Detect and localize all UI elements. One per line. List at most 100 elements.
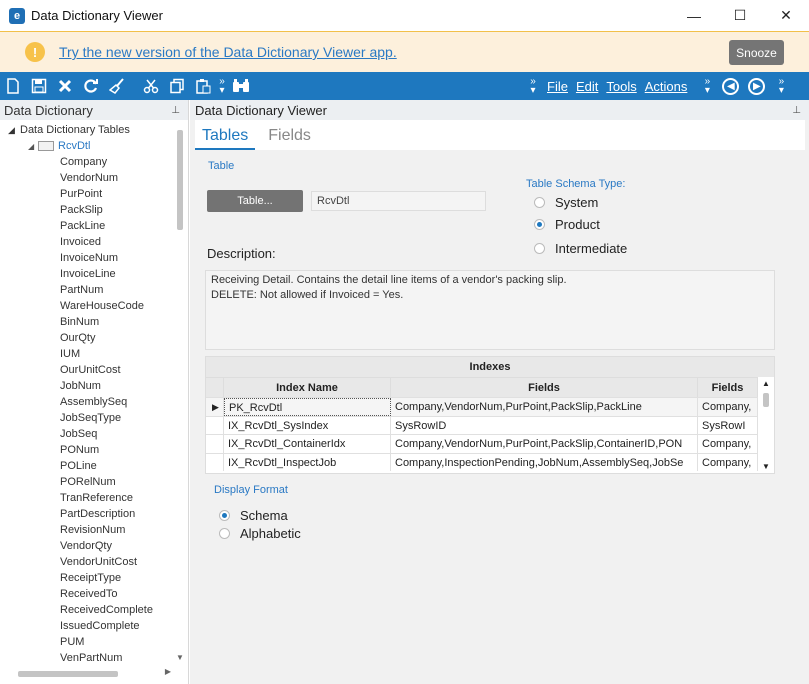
radio-button[interactable]: [534, 243, 545, 254]
tree-field-node[interactable]: VendorUnitCost: [0, 554, 175, 570]
tree-field-node[interactable]: IUM: [0, 346, 175, 362]
tree-horizontal-scrollbar[interactable]: ▶: [0, 667, 175, 680]
clear-icon[interactable]: [52, 74, 78, 98]
tree-field-node[interactable]: PackSlip: [0, 202, 175, 218]
description-field[interactable]: Receiving Detail. Contains the detail li…: [205, 270, 775, 350]
tree-field-node[interactable]: Company: [0, 154, 175, 170]
tree-field-node[interactable]: PartDescription: [0, 506, 175, 522]
cut-icon[interactable]: [138, 74, 164, 98]
tree-table-node[interactable]: ◢ RcvDtl: [0, 138, 175, 154]
tree-field-node[interactable]: PartNum: [0, 282, 175, 298]
back-arrow-icon[interactable]: ◀: [722, 77, 740, 95]
minimize-button[interactable]: —: [671, 0, 717, 31]
schema-product-option[interactable]: Product: [534, 217, 600, 232]
index-fields2-cell[interactable]: Company,: [698, 435, 758, 453]
scroll-down-icon[interactable]: ▼: [762, 462, 770, 471]
grid-vertical-scrollbar[interactable]: ▲ ▼: [758, 377, 774, 473]
tree-field-node[interactable]: IssuedComplete: [0, 618, 175, 634]
save-icon[interactable]: [26, 74, 52, 98]
tree-field-node[interactable]: OurUnitCost: [0, 362, 175, 378]
tree-field-node[interactable]: AssemblySeq: [0, 394, 175, 410]
index-name-cell[interactable]: IX_RcvDtl_ContainerIdx: [224, 435, 391, 453]
tree-field-node[interactable]: PurPoint: [0, 186, 175, 202]
paste-icon[interactable]: [190, 74, 216, 98]
table-name-field[interactable]: RcvDtl: [311, 191, 486, 211]
refresh-icon[interactable]: [78, 74, 104, 98]
collapse-caret-icon[interactable]: ◢: [8, 122, 20, 138]
tree-field-node[interactable]: PORelNum: [0, 474, 175, 490]
menu-actions[interactable]: Actions: [645, 79, 688, 94]
nav-overflow-icon[interactable]: » ▾: [701, 77, 713, 96]
menu-file[interactable]: File: [547, 79, 568, 94]
index-name-cell[interactable]: PK_RcvDtl: [224, 398, 391, 416]
display-alphabetic-option[interactable]: Alphabetic: [219, 526, 301, 541]
schema-system-option[interactable]: System: [534, 195, 598, 210]
tree-field-node[interactable]: InvoiceLine: [0, 266, 175, 282]
tree-field-node[interactable]: ReceivedComplete: [0, 602, 175, 618]
column-header-index-name[interactable]: Index Name: [224, 378, 391, 397]
radio-button[interactable]: [534, 197, 545, 208]
scroll-right-icon[interactable]: ▶: [165, 667, 171, 676]
table-row[interactable]: ▶ PK_RcvDtl Company,VendorNum,PurPoint,P…: [206, 397, 774, 416]
column-header-fields[interactable]: Fields: [391, 378, 698, 397]
index-fields2-cell[interactable]: Company,: [698, 398, 758, 416]
new-icon[interactable]: [0, 74, 26, 98]
tree-field-node[interactable]: POLine: [0, 458, 175, 474]
toolbar-overflow-icon[interactable]: » ▾: [216, 77, 228, 96]
tree-field-node[interactable]: InvoiceNum: [0, 250, 175, 266]
schema-intermediate-option[interactable]: Intermediate: [534, 241, 627, 256]
menu-tools[interactable]: Tools: [606, 79, 636, 94]
menu-edit[interactable]: Edit: [576, 79, 598, 94]
tree-field-node[interactable]: PUM: [0, 634, 175, 650]
table-row[interactable]: IX_RcvDtl_ContainerIdx Company,VendorNum…: [206, 434, 774, 453]
scroll-thumb[interactable]: [18, 671, 118, 677]
radio-button[interactable]: [219, 528, 230, 539]
tree-field-node[interactable]: RevisionNum: [0, 522, 175, 538]
tree-field-node[interactable]: JobSeq: [0, 426, 175, 442]
binoculars-icon[interactable]: [228, 74, 254, 98]
tree-field-node[interactable]: PackLine: [0, 218, 175, 234]
scroll-thumb[interactable]: [763, 393, 769, 407]
index-fields-cell[interactable]: Company,VendorNum,PurPoint,PackSlip,Pack…: [391, 398, 698, 416]
column-header-fields-2[interactable]: Fields: [698, 378, 758, 397]
scroll-down-icon[interactable]: ▼: [176, 653, 184, 662]
table-row[interactable]: IX_RcvDtl_InspectJob Company,InspectionP…: [206, 452, 774, 471]
tree-field-node[interactable]: OurQty: [0, 330, 175, 346]
pin-icon[interactable]: ⊥: [171, 105, 180, 116]
pin-icon[interactable]: ⊥: [792, 105, 801, 116]
try-new-version-link[interactable]: Try the new version of the Data Dictiona…: [59, 44, 397, 60]
forward-arrow-icon[interactable]: ▶: [748, 77, 766, 95]
nav-more-overflow-icon[interactable]: » ▾: [775, 77, 787, 96]
tree-field-node[interactable]: ReceiptType: [0, 570, 175, 586]
tree-root-node[interactable]: ◢ Data Dictionary Tables: [0, 122, 175, 138]
broom-icon[interactable]: [104, 74, 130, 98]
index-fields2-cell[interactable]: Company,: [698, 453, 758, 471]
tree-field-node[interactable]: VendorNum: [0, 170, 175, 186]
tree-field-node[interactable]: BinNum: [0, 314, 175, 330]
copy-icon[interactable]: [164, 74, 190, 98]
index-fields2-cell[interactable]: SysRowI: [698, 416, 758, 434]
maximize-button[interactable]: ☐: [717, 0, 763, 31]
scroll-thumb[interactable]: [177, 130, 183, 230]
tree-field-node[interactable]: WareHouseCode: [0, 298, 175, 314]
index-name-cell[interactable]: IX_RcvDtl_SysIndex: [224, 416, 391, 434]
index-fields-cell[interactable]: SysRowID: [391, 416, 698, 434]
tree-field-node[interactable]: Invoiced: [0, 234, 175, 250]
index-fields-cell[interactable]: Company,VendorNum,PurPoint,PackSlip,Cont…: [391, 435, 698, 453]
radio-button[interactable]: [534, 219, 545, 230]
tree-vertical-scrollbar[interactable]: ▼: [175, 122, 187, 666]
snooze-button[interactable]: Snooze: [729, 40, 784, 65]
tree-field-node[interactable]: JobSeqType: [0, 410, 175, 426]
collapse-caret-icon[interactable]: ◢: [28, 139, 38, 155]
menu-overflow-icon[interactable]: » ▾: [527, 77, 539, 96]
scroll-up-icon[interactable]: ▲: [762, 379, 770, 388]
display-schema-option[interactable]: Schema: [219, 508, 288, 523]
tab-fields[interactable]: Fields: [261, 120, 318, 150]
tree-field-node[interactable]: PONum: [0, 442, 175, 458]
tree-field-node[interactable]: TranReference: [0, 490, 175, 506]
tree-field-node[interactable]: ReceivedTo: [0, 586, 175, 602]
tree-field-node[interactable]: VenPartNum: [0, 650, 175, 666]
table-row[interactable]: IX_RcvDtl_SysIndex SysRowID SysRowI: [206, 415, 774, 434]
tab-tables[interactable]: Tables: [195, 120, 256, 150]
index-fields-cell[interactable]: Company,InspectionPending,JobNum,Assembl…: [391, 453, 698, 471]
